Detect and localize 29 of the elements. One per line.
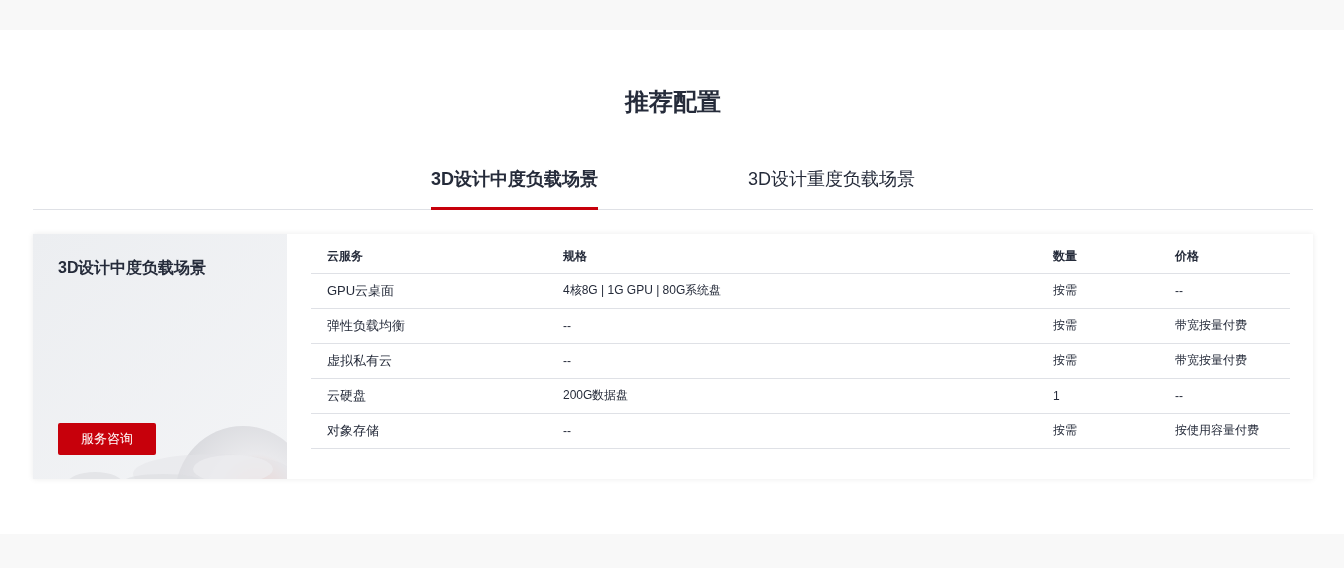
table-cell: 1 — [1037, 378, 1159, 413]
table-cell: -- — [547, 343, 1037, 378]
table-cell: 虚拟私有云 — [311, 343, 547, 378]
table-cell: 按需 — [1037, 413, 1159, 448]
table-cell: 按需 — [1037, 273, 1159, 308]
table-cell: 对象存储 — [311, 413, 547, 448]
table-cell: 4核8G | 1G GPU | 80G系统盘 — [547, 273, 1037, 308]
table-cell: 按需 — [1037, 343, 1159, 378]
scenario-tab[interactable]: 3D设计重度负载场景 — [748, 159, 915, 210]
consult-button[interactable]: 服务咨询 — [58, 423, 156, 455]
table-cell: -- — [547, 413, 1037, 448]
column-header: 云服务 — [311, 240, 547, 273]
column-header: 规格 — [547, 240, 1037, 273]
scenario-tab[interactable]: 3D设计中度负载场景 — [431, 159, 598, 210]
table-cell: 带宽按量付费 — [1159, 343, 1290, 378]
table-cell: -- — [1159, 273, 1290, 308]
table-cell: 按使用容量付费 — [1159, 413, 1290, 448]
table-cell: 按需 — [1037, 308, 1159, 343]
table-cell: 200G数据盘 — [547, 378, 1037, 413]
table-cell: 弹性负载均衡 — [311, 308, 547, 343]
table-cell: -- — [547, 308, 1037, 343]
table-cell: 带宽按量付费 — [1159, 308, 1290, 343]
table-cell: GPU云桌面 — [311, 273, 547, 308]
panel-title: 3D设计中度负载场景 — [58, 258, 208, 278]
table-cell: -- — [1159, 378, 1290, 413]
column-header: 数量 — [1037, 240, 1159, 273]
column-header: 价格 — [1159, 240, 1290, 273]
section-title: 推荐配置 — [623, 87, 722, 117]
table-cell: 云硬盘 — [311, 378, 547, 413]
